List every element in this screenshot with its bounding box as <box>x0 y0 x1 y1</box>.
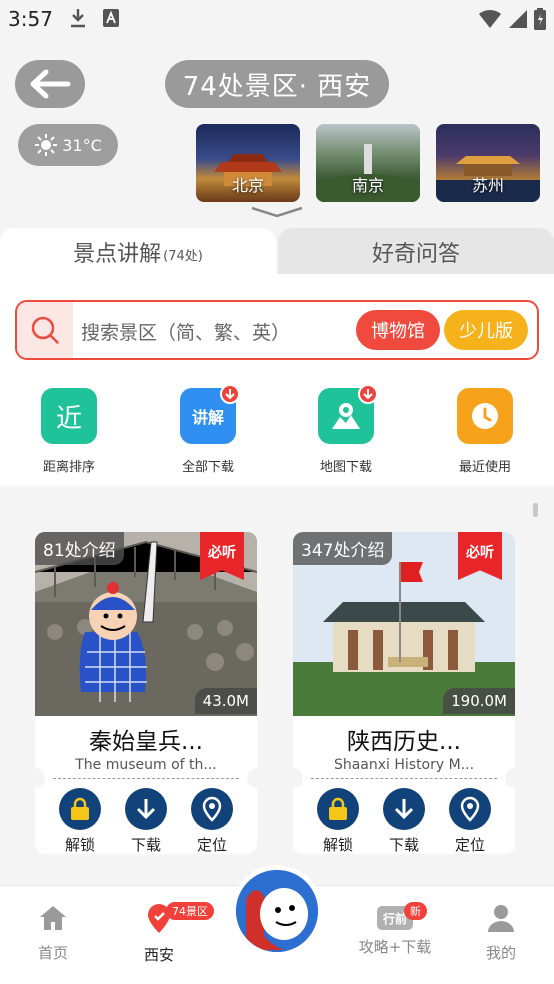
search-icon <box>31 316 59 344</box>
attraction-card-shaanxi-history[interactable]: 347处介绍 必听 190.0M 陕西历史... Shaanxi History… <box>293 532 515 854</box>
city-name: 苏州 <box>471 176 504 195</box>
attraction-name: 陕西历史... <box>347 729 461 755</box>
attraction-english-name: The museum of th... <box>75 757 217 773</box>
chevron-down-icon[interactable] <box>250 205 304 219</box>
sun-icon <box>35 134 58 156</box>
download-status-icon <box>66 6 90 34</box>
weather-badge: 31°C <box>18 124 118 166</box>
action-label: 地图下载 <box>319 460 372 475</box>
battery-icon <box>534 8 546 30</box>
search-input[interactable]: 搜索景区（简、繁、英） <box>81 318 290 345</box>
search-bar[interactable]: 搜索景区（简、繁、英） 博物馆 少儿版 <box>15 300 539 360</box>
location-icon <box>449 788 491 830</box>
sort-by-distance-button[interactable]: 近 距离排序 <box>24 388 114 475</box>
file-size: 190.0M <box>443 688 515 714</box>
museum-button[interactable]: 博物馆 <box>356 310 440 350</box>
attraction-name: 秦始皇兵... <box>89 729 203 755</box>
lock-icon <box>317 788 359 830</box>
lock-icon <box>59 788 101 830</box>
status-bar: 3:57 <box>0 0 554 40</box>
locate-button[interactable]: 定位 <box>443 788 497 854</box>
attraction-english-name: Shaanxi History M... <box>333 757 475 773</box>
city-card-beijing[interactable]: 北京 <box>196 124 300 202</box>
mascot-center-button[interactable] <box>231 865 323 957</box>
download-all-icon: 讲解 <box>180 384 240 444</box>
intro-count: 347处介绍 <box>293 532 393 565</box>
city-card-nanjing[interactable]: 南京 <box>316 124 420 202</box>
download-button[interactable]: 下载 <box>377 788 431 854</box>
locate-button[interactable]: 定位 <box>185 788 239 854</box>
attraction-card-terracotta[interactable]: 81处介绍 必听 43.0M 秦始皇兵... The museum of th.… <box>35 532 257 854</box>
scrollbar[interactable] <box>533 503 538 517</box>
download-badge-icon <box>220 384 240 404</box>
action-label: 最近使用 <box>458 460 511 475</box>
new-badge: 新 <box>404 902 427 920</box>
home-icon <box>40 906 66 930</box>
city-name: 南京 <box>351 176 384 195</box>
nav-me[interactable]: 我的 <box>456 904 546 963</box>
tab-guide[interactable]: 景点讲解 (74处) <box>0 228 276 276</box>
wifi-icon <box>479 9 501 28</box>
tab-qa[interactable]: 好奇问答 <box>278 228 554 276</box>
text-status-icon <box>102 8 120 32</box>
back-button[interactable] <box>15 60 85 108</box>
kids-button[interactable]: 少儿版 <box>444 310 528 350</box>
city-count-badge: 74景区 <box>166 902 214 920</box>
signal-icon <box>509 10 527 28</box>
arrow-left-icon <box>30 69 71 99</box>
unlock-button[interactable]: 解锁 <box>53 788 107 854</box>
map-icon <box>318 384 378 444</box>
page-title[interactable]: 74处景区· 西安 <box>165 60 389 108</box>
user-icon <box>488 905 514 932</box>
near-icon: 近 <box>41 388 97 444</box>
file-size: 43.0M <box>194 688 257 714</box>
download-icon <box>125 788 167 830</box>
action-label: 全部下载 <box>181 460 234 475</box>
city-name: 北京 <box>231 176 264 195</box>
tab-guide-count: (74处) <box>163 248 203 264</box>
intro-count: 81处介绍 <box>35 532 124 565</box>
unlock-button[interactable]: 解锁 <box>311 788 365 854</box>
download-all-button[interactable]: 讲解 全部下载 <box>163 384 253 475</box>
tab-guide-label: 景点讲解 <box>73 242 162 267</box>
temperature: 31°C <box>62 135 102 155</box>
action-label: 距离排序 <box>42 460 95 475</box>
location-icon <box>191 788 233 830</box>
download-button[interactable]: 下载 <box>119 788 173 854</box>
download-badge-icon <box>358 384 378 404</box>
nav-home[interactable]: 首页 <box>8 904 98 963</box>
download-icon <box>383 788 425 830</box>
map-download-button[interactable]: 地图下载 <box>301 384 391 475</box>
clock-icon <box>457 388 513 444</box>
city-card-suzhou[interactable]: 苏州 <box>436 124 540 202</box>
mascot-icon <box>236 870 318 952</box>
recent-button[interactable]: 最近使用 <box>440 388 530 475</box>
status-time: 3:57 <box>8 7 53 31</box>
